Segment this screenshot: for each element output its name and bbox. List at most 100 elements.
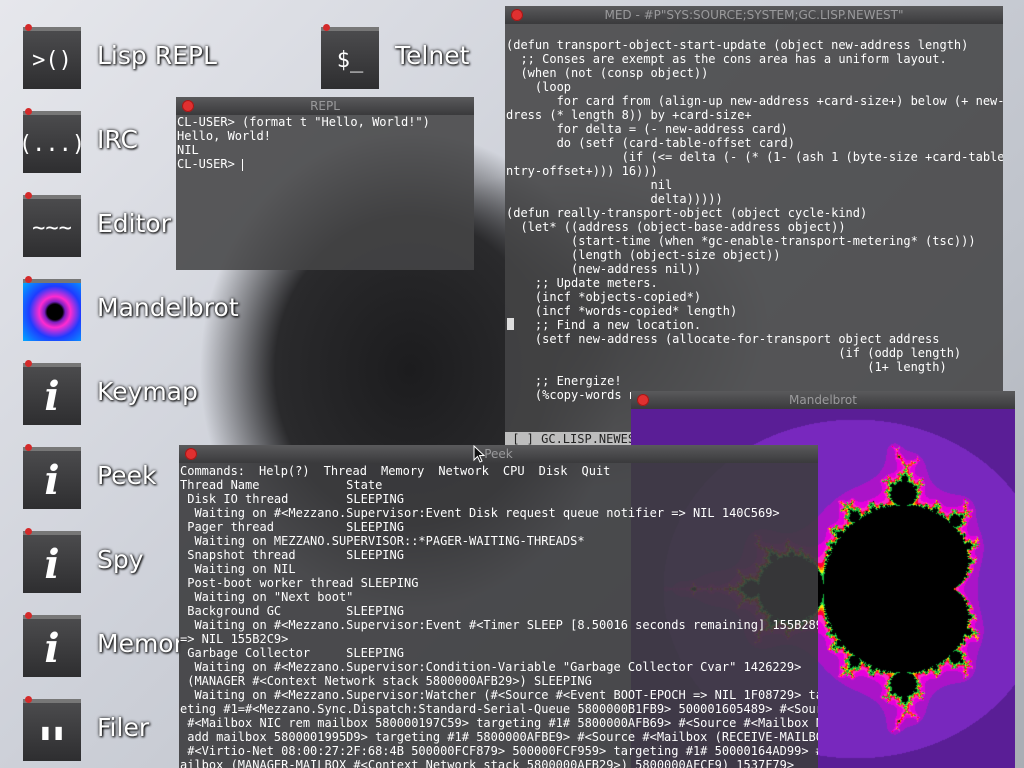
text-line: Hello, World! xyxy=(177,129,271,143)
repl-window[interactable]: REPL CL-USER> (format t "Hello, World!")… xyxy=(176,97,474,270)
close-dot-icon xyxy=(25,192,32,199)
close-dot-icon xyxy=(25,276,32,283)
menu-item[interactable]: Thread xyxy=(324,464,367,478)
editor-titlebar[interactable]: MED - #P"SYS:SOURCE;SYSTEM;GC.LISP.NEWES… xyxy=(505,6,1003,24)
mouse-pointer-icon xyxy=(473,445,485,463)
window-title: MED - #P"SYS:SOURCE;SYSTEM;GC.LISP.NEWES… xyxy=(604,8,904,22)
text-line: (loop xyxy=(506,80,572,94)
close-dot-icon xyxy=(25,360,32,367)
telnet-icon[interactable]: $_ xyxy=(321,24,379,89)
icon-glyph: $_ xyxy=(336,47,364,73)
text-line: Waiting on NIL xyxy=(180,562,296,576)
text-line: CL-USER> (format t "Hello, World!") xyxy=(177,115,430,129)
icon-label[interactable]: Mandelbrot xyxy=(97,293,239,322)
close-dot-icon xyxy=(25,696,32,703)
close-dot-icon xyxy=(25,24,32,31)
text-line: Background GC SLEEPING xyxy=(180,604,404,618)
icon-glyph: i xyxy=(44,540,60,588)
filer-icon[interactable]: ▮▮ xyxy=(23,696,81,761)
icon-glyph: ~~~ xyxy=(32,215,72,241)
irc-icon[interactable]: (...) xyxy=(19,108,85,173)
editor-window[interactable]: MED - #P"SYS:SOURCE;SYSTEM;GC.LISP.NEWES… xyxy=(505,6,1003,446)
text-line: Disk IO thread SLEEPING xyxy=(180,492,404,506)
close-icon[interactable] xyxy=(182,100,194,112)
repl-output[interactable]: CL-USER> (format t "Hello, World!") Hello… xyxy=(176,115,474,171)
text-line: (1+ length) xyxy=(506,360,947,374)
text-line: (if (<= delta (- (* (1- (ash 1 (byte-siz… xyxy=(506,150,1003,164)
close-icon[interactable] xyxy=(185,448,197,460)
text-line: (start-time (when *gc-enable-transport-m… xyxy=(506,234,976,248)
peek-titlebar[interactable]: Peek xyxy=(179,445,818,463)
icon-label[interactable]: Memor xyxy=(97,629,184,658)
text-line: (MANAGER #<Context Network stack 5800000… xyxy=(180,674,592,688)
repl-titlebar[interactable]: REPL xyxy=(176,97,474,115)
menu-item[interactable]: Network xyxy=(438,464,489,478)
editor-text[interactable]: (defun transport-object-start-update (ob… xyxy=(505,24,1003,402)
editor-icon[interactable]: ~~~ xyxy=(23,192,81,257)
text-line: Pager thread SLEEPING xyxy=(180,520,404,534)
peek-window[interactable]: Peek Commands: Help(?) Thread Memory Network… xyxy=(179,445,818,768)
icon-glyph: i xyxy=(44,624,60,672)
text-line: #<Virtio-Net 08:00:27:2F:68:4B 500000FCF… xyxy=(180,744,818,758)
text-line: ;; Energize! xyxy=(506,374,622,388)
text-line: ntry-offset+))) 16))) xyxy=(506,164,658,178)
text-line: Snapshot thread SLEEPING xyxy=(180,548,404,562)
text-line: Post-boot worker thread SLEEPING xyxy=(180,576,419,590)
icon-glyph: i xyxy=(44,372,60,420)
text-line: ;; Conses are exempt as the cons area ha… xyxy=(506,52,947,66)
window-title: Mandelbrot xyxy=(789,393,857,407)
icon-glyph: i xyxy=(44,456,60,504)
icon-label[interactable]: Editor xyxy=(97,209,171,238)
window-title: REPL xyxy=(310,99,340,113)
text-line: Waiting on "Next boot" xyxy=(180,590,354,604)
mandelbrot-icon[interactable] xyxy=(23,276,81,341)
text-line: (if (oddp length) xyxy=(506,346,962,360)
lisp-repl-icon[interactable]: >() xyxy=(23,24,81,89)
text-line: Garbage Collector SLEEPING xyxy=(180,646,404,660)
text-line: (let* ((address (object-base-address obj… xyxy=(506,220,846,234)
icon-label[interactable]: Lisp REPL xyxy=(97,41,217,70)
text-line: (incf *objects-copied*) xyxy=(506,290,702,304)
menu-item[interactable]: Memory xyxy=(381,464,424,478)
text-cursor xyxy=(242,158,244,171)
menu-item[interactable]: Disk xyxy=(539,464,568,478)
text-line: => NIL 155B2C9> xyxy=(180,632,289,646)
text-line: delta))))) xyxy=(506,192,723,206)
text-line: ;; Find a new location. xyxy=(506,318,702,332)
mandelbrot-titlebar[interactable]: Mandelbrot xyxy=(631,391,1015,409)
text-line: nil xyxy=(506,178,673,192)
spy-icon[interactable]: i xyxy=(23,528,81,593)
close-dot-icon xyxy=(25,528,32,535)
icon-label[interactable]: Peek xyxy=(97,461,156,490)
text-line: ;; Update meters. xyxy=(506,276,658,290)
icon-label[interactable]: IRC xyxy=(97,125,138,154)
text-line: (when (not (consp object)) xyxy=(506,66,709,80)
editor-cursor xyxy=(507,318,514,330)
icon-label[interactable]: Filer xyxy=(97,713,149,742)
menu-item[interactable]: Quit xyxy=(582,464,611,478)
menu-item: Commands: xyxy=(180,464,246,478)
text-line: (new-address nil)) xyxy=(506,262,702,276)
peek-icon[interactable]: i xyxy=(23,444,81,509)
menu-item[interactable]: CPU xyxy=(503,464,525,478)
text-line: ailbox (MANAGER-MAILBOX #<Context Networ… xyxy=(180,758,795,768)
text-line: (length (object-size object)) xyxy=(506,248,781,262)
text-line: (defun transport-object-start-update (ob… xyxy=(506,38,969,52)
icon-glyph: >() xyxy=(32,47,72,73)
text-line: do (setf (card-table-offset card) xyxy=(506,136,795,150)
text-line: Waiting on #<Mezzano.Supervisor:Conditio… xyxy=(180,660,802,674)
icon-label[interactable]: Telnet xyxy=(395,41,469,70)
text-line: dress (* length 8)) by +card-size+ xyxy=(506,108,752,122)
menu-item[interactable]: Help(?) xyxy=(259,464,310,478)
text-line: #<Mailbox NIC rem mailbox 580000197C59> … xyxy=(180,716,818,730)
icon-glyph xyxy=(23,283,81,341)
memory-icon[interactable]: i xyxy=(23,612,81,677)
icon-label[interactable]: Keymap xyxy=(97,377,198,406)
icon-label[interactable]: Spy xyxy=(97,545,144,574)
close-icon[interactable] xyxy=(637,394,649,406)
close-dot-icon xyxy=(25,108,32,115)
window-title: Peek xyxy=(484,447,513,461)
close-dot-icon xyxy=(25,444,32,451)
close-icon[interactable] xyxy=(511,9,523,21)
keymap-icon[interactable]: i xyxy=(23,360,81,425)
